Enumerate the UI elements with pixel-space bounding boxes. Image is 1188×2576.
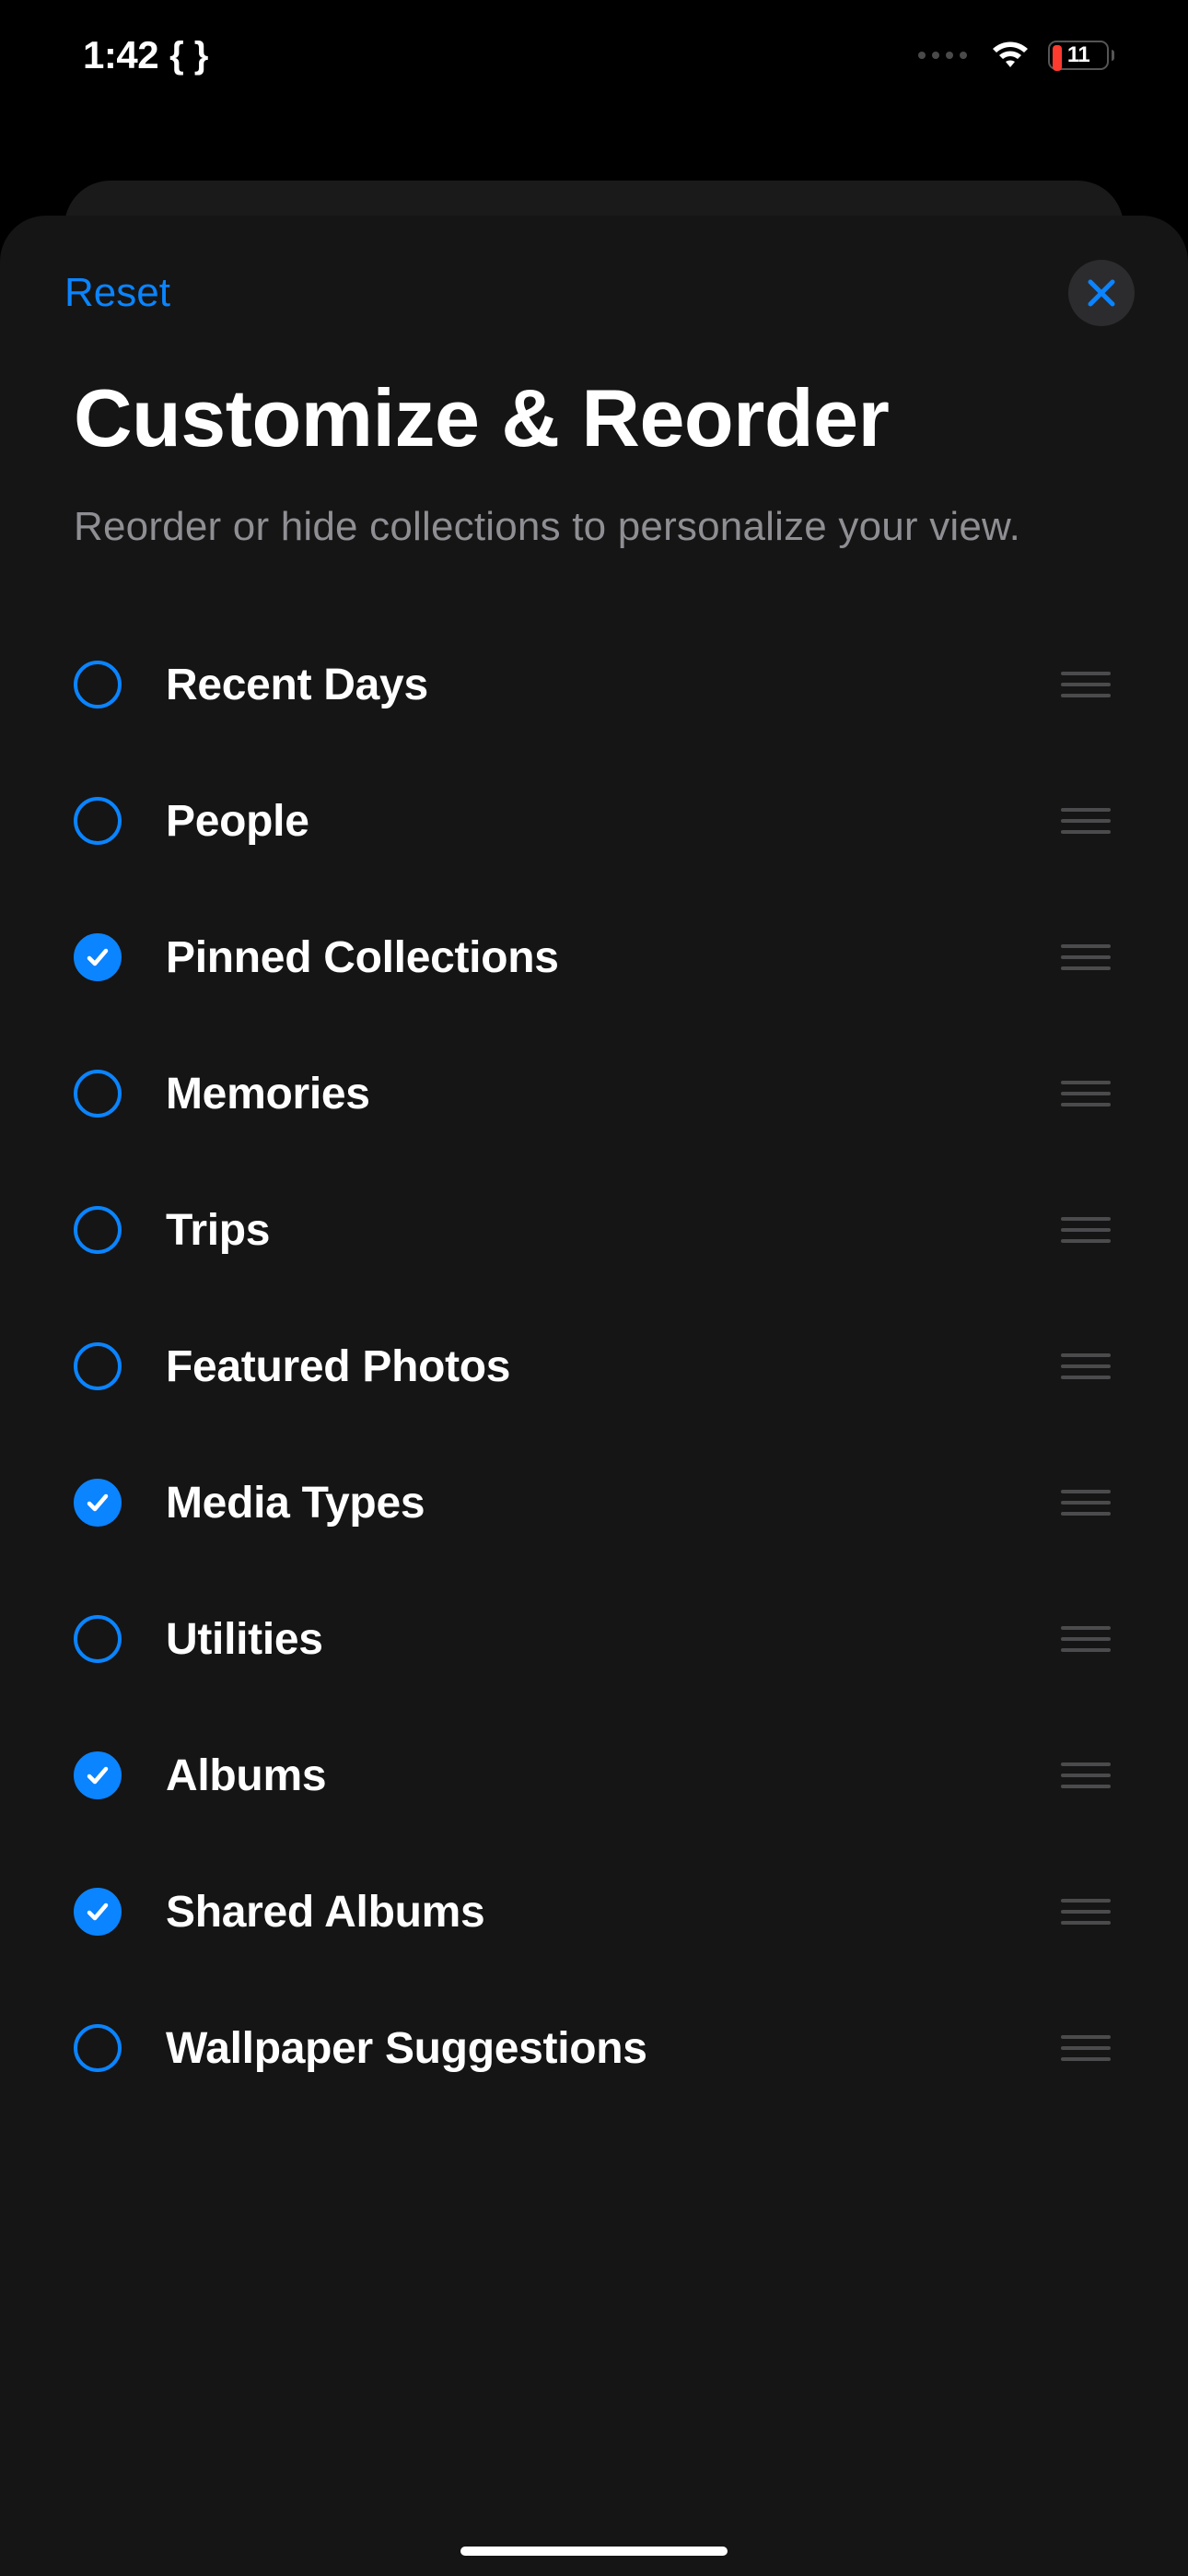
visibility-checkbox[interactable] — [74, 1615, 122, 1663]
dev-indicator-icon: { } — [169, 35, 208, 76]
visibility-checkbox[interactable] — [74, 797, 122, 845]
list-item-label: Utilities — [166, 1614, 1017, 1665]
visibility-checkbox[interactable] — [74, 2024, 122, 2072]
home-indicator[interactable] — [460, 2547, 728, 2556]
list-item[interactable]: Pinned Collections — [74, 889, 1114, 1025]
list-item-label: Featured Photos — [166, 1341, 1017, 1392]
list-item-label: Recent Days — [166, 660, 1017, 710]
visibility-checkbox[interactable] — [74, 1342, 122, 1390]
list-item[interactable]: Albums — [74, 1707, 1114, 1844]
list-item-label: Media Types — [166, 1478, 1017, 1528]
visibility-checkbox[interactable] — [74, 1070, 122, 1118]
visibility-checkbox[interactable] — [74, 1888, 122, 1936]
drag-handle-icon[interactable] — [1061, 672, 1114, 697]
battery-percentage: 11 — [1053, 42, 1104, 68]
drag-handle-icon[interactable] — [1061, 808, 1114, 834]
drag-handle-icon[interactable] — [1061, 1626, 1114, 1652]
drag-handle-icon[interactable] — [1061, 944, 1114, 970]
status-right: 11 — [918, 40, 1114, 71]
list-item[interactable]: Featured Photos — [74, 1298, 1114, 1434]
list-item[interactable]: Recent Days — [74, 616, 1114, 753]
list-item-label: People — [166, 796, 1017, 847]
reset-button[interactable]: Reset — [64, 270, 170, 316]
customize-reorder-sheet: Reset Customize & Reorder Reorder or hid… — [0, 216, 1188, 2576]
list-item-label: Albums — [166, 1751, 1017, 1801]
collections-list: Recent Days People Pinned Collections Memor… — [0, 554, 1188, 2116]
cellular-dots-icon — [918, 52, 967, 59]
drag-handle-icon[interactable] — [1061, 1353, 1114, 1379]
list-item-label: Pinned Collections — [166, 932, 1017, 983]
drag-handle-icon[interactable] — [1061, 1899, 1114, 1925]
drag-handle-icon[interactable] — [1061, 1217, 1114, 1243]
status-bar: 1:42 { } 11 — [0, 0, 1188, 111]
page-title: Customize & Reorder — [0, 326, 1188, 466]
list-item-label: Trips — [166, 1205, 1017, 1256]
page-subtitle: Reorder or hide collections to personali… — [0, 466, 1188, 554]
visibility-checkbox[interactable] — [74, 1206, 122, 1254]
visibility-checkbox[interactable] — [74, 661, 122, 708]
status-time: 1:42 — [83, 33, 158, 77]
drag-handle-icon[interactable] — [1061, 2035, 1114, 2061]
list-item[interactable]: Wallpaper Suggestions — [74, 1980, 1114, 2116]
drag-handle-icon[interactable] — [1061, 1762, 1114, 1788]
battery-indicator: 11 — [1048, 41, 1114, 70]
drag-handle-icon[interactable] — [1061, 1081, 1114, 1107]
list-item[interactable]: Utilities — [74, 1571, 1114, 1707]
visibility-checkbox[interactable] — [74, 1751, 122, 1799]
list-item-label: Memories — [166, 1069, 1017, 1119]
wifi-icon — [989, 40, 1031, 71]
list-item[interactable]: People — [74, 753, 1114, 889]
drag-handle-icon[interactable] — [1061, 1490, 1114, 1516]
list-item-label: Wallpaper Suggestions — [166, 2023, 1017, 2074]
list-item-label: Shared Albums — [166, 1887, 1017, 1938]
list-item[interactable]: Trips — [74, 1162, 1114, 1298]
visibility-checkbox[interactable] — [74, 1479, 122, 1527]
list-item[interactable]: Media Types — [74, 1434, 1114, 1571]
status-left: 1:42 { } — [83, 33, 208, 77]
visibility-checkbox[interactable] — [74, 933, 122, 981]
close-icon — [1086, 277, 1117, 309]
list-item[interactable]: Memories — [74, 1025, 1114, 1162]
close-button[interactable] — [1068, 260, 1135, 326]
sheet-header: Reset — [0, 260, 1188, 326]
list-item[interactable]: Shared Albums — [74, 1844, 1114, 1980]
